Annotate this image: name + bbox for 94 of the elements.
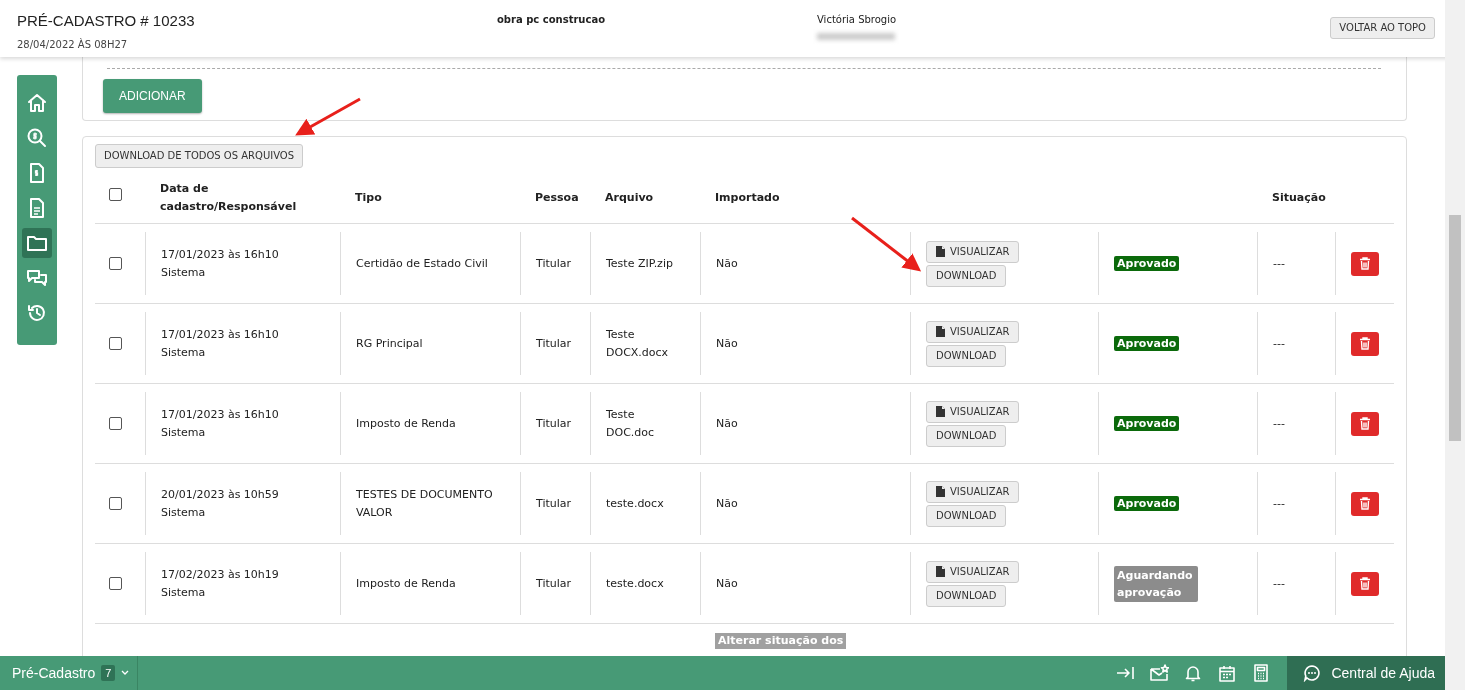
- view-button[interactable]: VISUALIZAR: [926, 560, 1020, 583]
- trash-icon: [1359, 497, 1371, 510]
- file-name: Teste DOCX.docx: [606, 326, 670, 361]
- responsible-name: Sistema: [161, 504, 207, 521]
- imported-status: Não: [716, 335, 739, 352]
- delete-button[interactable]: [1351, 491, 1379, 516]
- column-header: Pessoa: [535, 190, 579, 204]
- person-role: Titular: [536, 335, 573, 352]
- imported-status: Não: [716, 255, 739, 272]
- status-badge: Aprovado: [1114, 335, 1180, 351]
- mail-star-icon[interactable]: [1149, 663, 1170, 683]
- imported-status: Não: [716, 575, 739, 592]
- calendar-icon[interactable]: [1217, 663, 1238, 683]
- person-name: Victória Sbrogio: [817, 13, 898, 27]
- responsible-name: Sistema: [161, 344, 207, 361]
- document-type: Certidão de Estado Civil: [356, 255, 489, 272]
- file-icon: [936, 486, 945, 497]
- view-button[interactable]: VISUALIZAR: [926, 320, 1020, 343]
- annotation-arrow: [295, 97, 361, 136]
- responsible-name: Sistema: [161, 264, 207, 281]
- person-role: Titular: [536, 255, 573, 272]
- folder-icon[interactable]: [22, 228, 52, 258]
- download-button[interactable]: DOWNLOAD: [926, 424, 1007, 447]
- row-checkbox[interactable]: [109, 337, 122, 350]
- record-title: PRÉ-CADASTRO # 10233: [17, 11, 196, 31]
- upload-date: 17/01/2023 às 16h10: [161, 246, 280, 263]
- view-button[interactable]: VISUALIZAR: [926, 480, 1020, 503]
- record-date: 28/04/2022 ÀS 08H27: [17, 37, 129, 52]
- item-count: 7: [101, 664, 116, 682]
- delete-button[interactable]: [1351, 331, 1379, 356]
- file-icon: [936, 246, 945, 257]
- view-button[interactable]: VISUALIZAR: [926, 240, 1020, 263]
- chevron-down-icon: [121, 670, 130, 676]
- help-button[interactable]: Central de Ajuda: [1287, 656, 1445, 690]
- document-type: Imposto de Renda: [356, 575, 457, 592]
- download-button[interactable]: DOWNLOAD: [926, 584, 1007, 607]
- delete-button[interactable]: [1351, 251, 1379, 276]
- imported-status: Não: [716, 415, 739, 432]
- row-checkbox[interactable]: [109, 257, 122, 270]
- annotation-arrow: [851, 216, 922, 272]
- document-type: TESTES DE DOCUMENTO VALOR: [356, 486, 494, 521]
- file-icon: [936, 406, 945, 417]
- row-checkbox[interactable]: [109, 577, 122, 590]
- upload-date: 17/02/2023 às 10h19: [161, 566, 280, 583]
- column-header: Importado: [715, 190, 780, 204]
- person-role: Titular: [536, 415, 573, 432]
- situation-text: ---: [1273, 255, 1286, 272]
- column-header: Situação: [1272, 190, 1326, 204]
- delete-button[interactable]: [1351, 411, 1379, 436]
- file-name: teste.docx: [606, 575, 665, 592]
- responsible-name: Sistema: [161, 424, 207, 441]
- upload-date: 17/01/2023 às 16h10: [161, 326, 280, 343]
- document-type: RG Principal: [356, 335, 424, 352]
- imported-status: Não: [716, 495, 739, 512]
- column-header: Data de cadastro/Responsável: [160, 181, 297, 213]
- situation-text: ---: [1273, 415, 1286, 432]
- upload-date: 17/01/2023 às 16h10: [161, 406, 280, 423]
- column-header: Tipo: [355, 190, 382, 204]
- download-button[interactable]: DOWNLOAD: [926, 264, 1007, 287]
- download-button[interactable]: DOWNLOAD: [926, 504, 1007, 527]
- column-header: Arquivo: [605, 190, 654, 204]
- trash-icon: [1359, 257, 1371, 270]
- status-badge: Aprovado: [1114, 495, 1180, 511]
- delete-button[interactable]: [1351, 571, 1379, 596]
- row-checkbox[interactable]: [109, 417, 122, 430]
- person-role: Titular: [536, 575, 573, 592]
- responsible-name: Sistema: [161, 584, 207, 601]
- trash-icon: [1359, 417, 1371, 430]
- file-name: Teste DOC.doc: [606, 406, 656, 441]
- file-name: Teste ZIP.zip: [606, 255, 674, 272]
- person-role: Titular: [536, 495, 573, 512]
- back-to-top-button[interactable]: VOLTAR AO TOPO: [1330, 17, 1435, 39]
- download-button[interactable]: DOWNLOAD: [926, 344, 1007, 367]
- situation-text: ---: [1273, 335, 1286, 352]
- view-button[interactable]: VISUALIZAR: [926, 400, 1020, 423]
- file-icon: [936, 566, 945, 577]
- select-all-checkbox[interactable]: [109, 188, 122, 201]
- project-name: obra pc construcao: [497, 13, 606, 27]
- module-selector[interactable]: Pré-Cadastro 7: [0, 656, 139, 690]
- status-badge: Aprovado: [1114, 415, 1180, 431]
- status-badge: Aprovado: [1114, 255, 1180, 271]
- situation-text: ---: [1273, 575, 1286, 592]
- trash-icon: [1359, 577, 1371, 590]
- status-badge: Aguardando aprovação: [1114, 565, 1198, 602]
- document-type: Imposto de Renda: [356, 415, 457, 432]
- scrollbar[interactable]: [1445, 0, 1465, 690]
- download-all-button[interactable]: DOWNLOAD DE TODOS OS ARQUIVOS: [95, 144, 304, 168]
- file-name: teste.docx: [606, 495, 665, 512]
- upload-date: 20/01/2023 às 10h59: [161, 486, 280, 503]
- trash-icon: [1359, 337, 1371, 350]
- row-checkbox[interactable]: [109, 497, 122, 510]
- file-icon: [936, 326, 945, 337]
- chat-icon: [1303, 664, 1322, 682]
- situation-text: ---: [1273, 495, 1286, 512]
